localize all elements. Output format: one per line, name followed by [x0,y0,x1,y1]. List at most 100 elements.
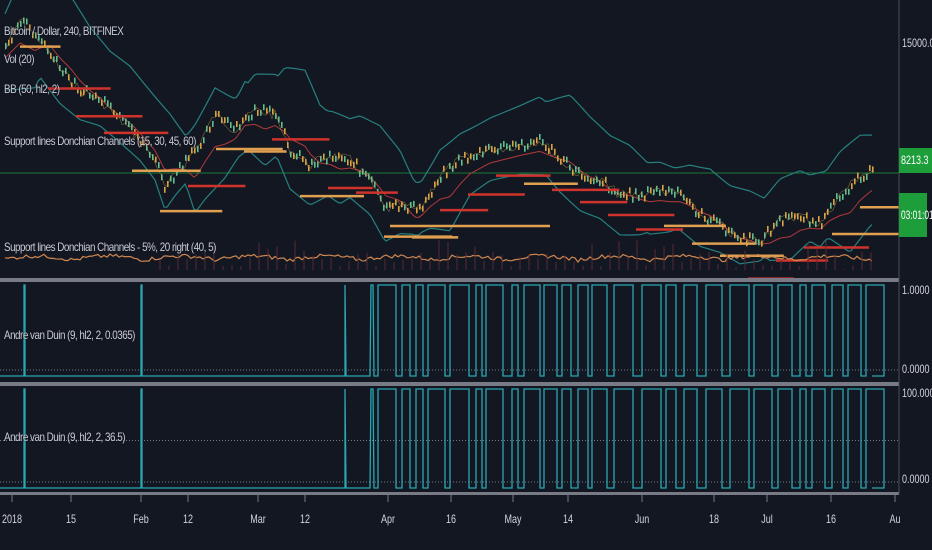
candle [677,186,679,193]
oscillator-pane-2[interactable] [0,388,899,489]
candle [476,153,478,160]
candle [515,141,517,148]
candle [314,161,316,168]
legend-bollinger[interactable]: BB (50, hl2, 2) [4,82,60,96]
candle [164,186,166,193]
candle [545,145,547,152]
time-label: 15 [65,512,77,526]
candle [389,201,391,208]
candle [158,162,160,169]
legend-donchian-1[interactable]: Support lines Donchian Channels (15, 30,… [4,134,196,148]
candle [281,121,283,128]
candle [542,139,544,146]
candle [833,199,835,206]
candle [521,138,523,145]
candle [236,121,238,128]
candle [842,193,844,200]
candle [11,37,13,44]
candle [581,173,583,180]
candle [458,154,460,161]
legend-oscillator-2[interactable]: Andre van Duin (9, hl2, 2, 36.5) [4,430,126,444]
candle [623,191,625,198]
legend-donchian-2[interactable]: Support lines Donchian Channels - 5%, 20… [4,240,216,254]
candle [74,77,76,84]
candle [251,114,253,121]
candle [815,221,817,228]
candle [779,215,781,222]
candle [179,162,181,169]
chart-canvas[interactable] [0,0,932,550]
legend-oscillator-1[interactable]: Andre van Duin (9, hl2, 2, 0.0365) [4,328,135,342]
bollinger-upper [4,0,873,199]
candle [461,159,463,166]
candle [347,159,349,166]
candle [455,162,457,169]
candle [266,107,268,114]
candle [233,125,235,132]
candle [791,211,793,218]
candle [95,92,97,99]
candle [731,227,733,234]
legend-volume[interactable]: Vol (20) [4,52,34,66]
candle [272,108,274,115]
candle [341,155,343,162]
time-label: 14 [562,512,574,526]
candle [800,215,802,222]
pane-separator[interactable] [0,492,899,495]
candle [374,181,376,188]
osc2-axis-top: 100.0000 [902,386,932,400]
time-label: Jun [634,512,650,526]
candle [350,160,352,167]
candle [689,198,691,205]
pane-separator[interactable] [0,278,899,282]
candle [584,175,586,182]
time-label: Au [889,512,901,526]
candle [539,133,541,140]
candle [602,180,604,187]
candle [524,145,526,152]
candle [512,140,514,147]
oscillator-line [0,388,885,489]
candle [872,166,874,173]
candle [674,191,676,198]
time-label: 12 [299,512,311,526]
candle [632,196,634,203]
osc1-axis-top: 1.0000 [902,283,930,297]
candle [326,158,328,165]
candle [440,176,442,183]
legend-symbol[interactable]: Bitcoin / Dollar, 240, BITFINEX [4,24,124,38]
candle [173,177,175,184]
candle [695,211,697,218]
time-label: Feb [133,512,149,526]
candle [473,154,475,161]
osc1-axis-bottom: 0.0000 [902,362,930,376]
candle [446,172,448,179]
candle [224,117,226,124]
pane-separator[interactable] [0,382,899,386]
candle [530,138,532,145]
candle [551,143,553,150]
time-label: 16 [445,512,457,526]
candle [149,151,151,158]
time-label: 18 [708,512,720,526]
candle [41,38,43,45]
candle [155,156,157,163]
candle [284,128,286,135]
candle [467,157,469,164]
candle [869,165,871,172]
candle [803,216,805,223]
candle [311,158,313,165]
candle [626,194,628,201]
candle [317,161,319,168]
candle [323,153,325,160]
candle [659,189,661,196]
candle [407,207,409,214]
candle [107,100,109,107]
candle [263,104,265,111]
candle [809,221,811,228]
candle [185,154,187,161]
candle [701,208,703,215]
time-axis-ticks [11,495,896,502]
candle [536,137,538,144]
candle [866,173,868,180]
